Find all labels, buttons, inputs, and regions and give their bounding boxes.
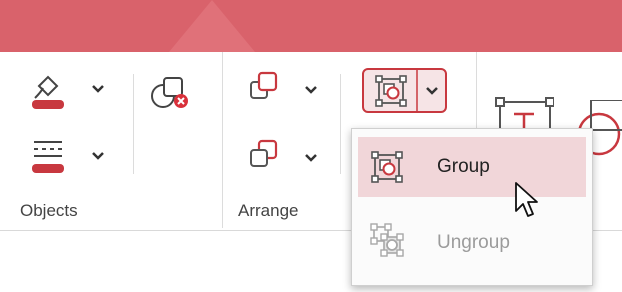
send-backward-icon	[250, 139, 278, 167]
group-divider	[222, 52, 223, 228]
divider	[340, 74, 341, 174]
ribbon-header	[0, 0, 622, 52]
mouse-cursor-icon	[515, 182, 538, 217]
menu-item-group[interactable]: Group	[358, 137, 586, 197]
group-dropdown-menu: Group Ungroup	[351, 128, 593, 286]
fill-color-icon	[32, 75, 64, 109]
arrange-group-label: Arrange	[238, 201, 299, 220]
delete-shapes-button[interactable]	[150, 76, 192, 112]
group-icon[interactable]	[374, 74, 408, 108]
chevron-down-icon[interactable]	[426, 87, 438, 95]
chevron-down-icon[interactable]	[92, 152, 104, 160]
group-split-button[interactable]	[362, 68, 447, 113]
chevron-down-icon[interactable]	[305, 154, 317, 162]
delete-shapes-icon	[151, 77, 188, 108]
divider	[133, 74, 134, 174]
fill-color-button[interactable]	[32, 68, 64, 112]
ungroup-icon	[370, 223, 404, 257]
menu-item-ungroup[interactable]: Ungroup	[358, 213, 586, 273]
menu-item-label: Ungroup	[437, 232, 510, 253]
line-style-icon	[32, 141, 64, 173]
send-backward-button[interactable]	[248, 138, 280, 170]
chevron-down-icon[interactable]	[305, 86, 317, 94]
objects-group-label: Objects	[20, 201, 78, 220]
bring-forward-button[interactable]	[248, 70, 280, 102]
group-icon	[371, 151, 403, 183]
active-tab-notch	[169, 0, 255, 52]
chevron-down-icon[interactable]	[92, 85, 104, 93]
menu-item-label: Group	[437, 156, 490, 177]
line-style-button[interactable]	[32, 136, 64, 176]
bring-forward-icon	[250, 71, 278, 99]
